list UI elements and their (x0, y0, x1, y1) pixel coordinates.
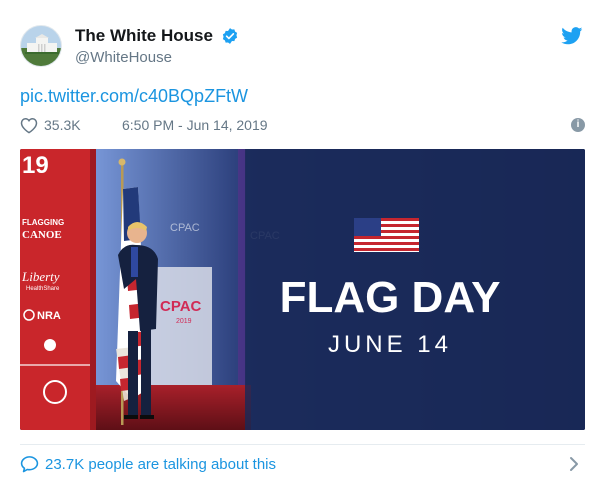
flag-day-date: JUNE 14 (328, 331, 452, 358)
info-icon[interactable]: i (571, 118, 585, 132)
display-name[interactable]: The White House (75, 26, 213, 46)
handle[interactable]: @WhiteHouse (75, 49, 239, 66)
cpac-logo-text: CPAC (160, 298, 202, 315)
sponsor-sign-4: NRA (37, 310, 61, 322)
tweet-media-image[interactable]: 19 FLAGGING CANOE Liberty HealthShare NR… (20, 149, 585, 430)
cpac-year-text: 2019 (176, 318, 192, 325)
white-house-avatar-image (21, 26, 61, 66)
stage-year-text: 19 (22, 152, 49, 179)
timestamp[interactable]: 6:50 PM - Jun 14, 2019 (122, 117, 268, 133)
heart-icon[interactable] (20, 117, 38, 134)
chevron-right-icon[interactable] (569, 456, 579, 472)
footer-divider (20, 444, 585, 445)
speech-bubble-icon (20, 456, 39, 473)
sponsor-sign-3: Liberty (21, 269, 60, 284)
sponsor-sign-3-sub: HealthShare (26, 286, 60, 292)
twitter-bird-icon[interactable] (561, 27, 583, 45)
verified-badge-icon (223, 28, 238, 44)
us-flag-graphic (354, 218, 419, 252)
sponsor-sign-2: CANOE (22, 229, 62, 241)
flag-day-photo: 19 FLAGGING CANOE Liberty HealthShare NR… (20, 149, 585, 430)
like-count[interactable]: 35.3K (44, 117, 81, 133)
media-link[interactable]: pic.twitter.com/c40BQpZFtW (20, 86, 248, 107)
tweet-card: The White House @WhiteHouse pic.twitter.… (0, 0, 600, 480)
flag-day-headline: FLAG DAY (280, 273, 501, 322)
tweet-header: The White House @WhiteHouse (20, 25, 585, 67)
name-block: The White House @WhiteHouse (75, 26, 239, 66)
tweet-footer[interactable]: 23.7K people are talking about this (20, 452, 585, 476)
avatar[interactable] (20, 25, 62, 67)
conversation-link[interactable]: 23.7K people are talking about this (45, 456, 276, 473)
sponsor-sign-1: FLAGGING (22, 218, 64, 227)
svg-text:CPAC: CPAC (170, 222, 200, 234)
tweet-meta: 35.3K 6:50 PM - Jun 14, 2019 i (20, 117, 585, 135)
